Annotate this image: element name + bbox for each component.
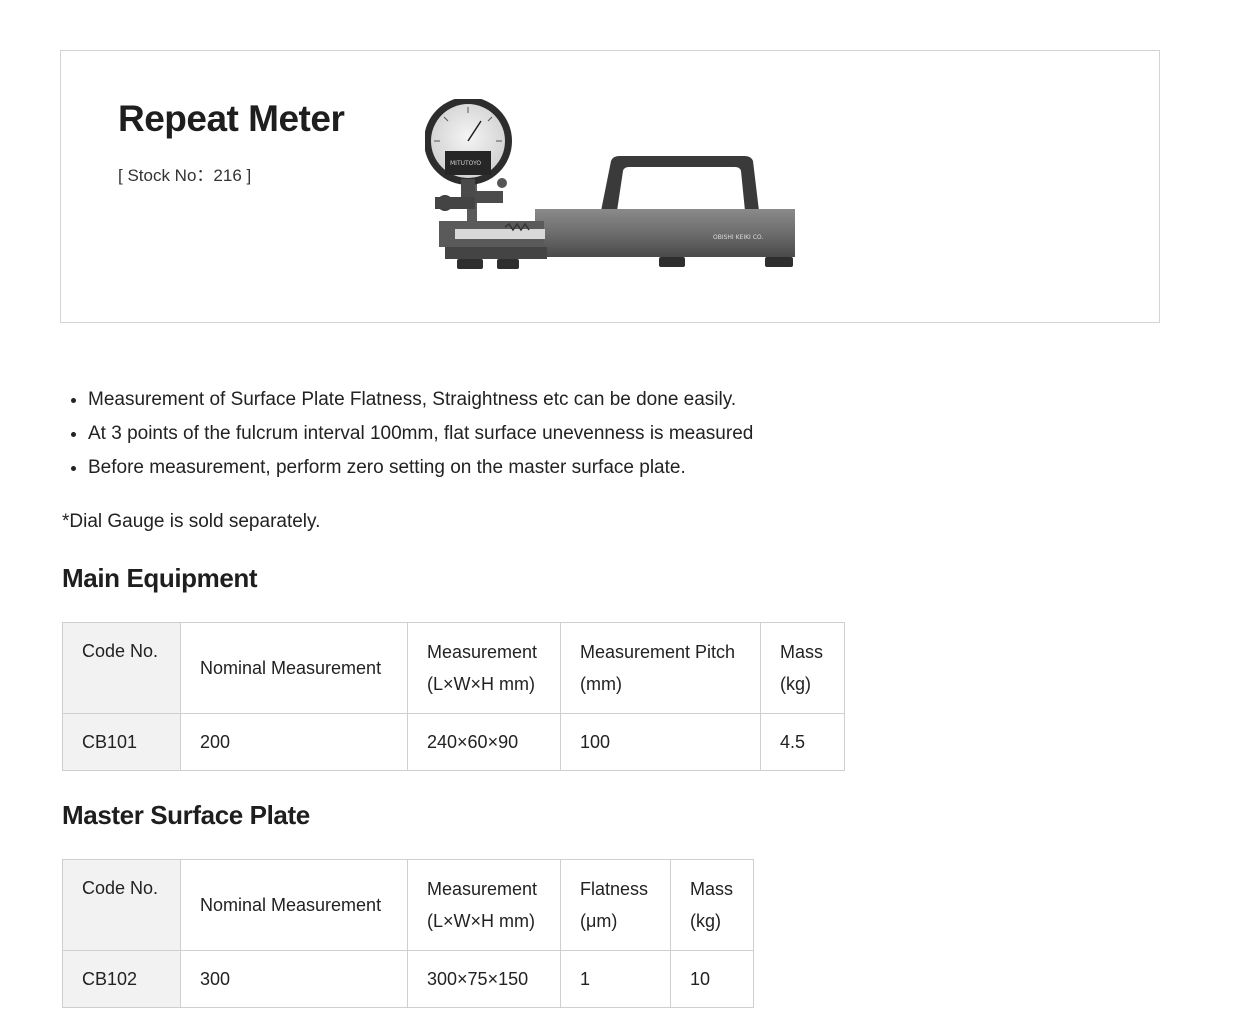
- cell-nominal: 300: [180, 950, 408, 1008]
- product-header-card: Repeat Meter [ Stock No：216 ] OBISHI KEI…: [60, 50, 1160, 323]
- feature-item: Measurement of Surface Plate Flatness, S…: [88, 383, 753, 417]
- master-plate-heading: Master Surface Plate: [62, 800, 310, 830]
- header-mass-line2: (kg): [780, 674, 811, 694]
- cell-mass: 10: [670, 950, 754, 1008]
- header-mass: Mass (kg): [670, 859, 754, 951]
- cell-code: CB101: [62, 713, 181, 771]
- body-marking: OBISHI KEIKI CO.: [713, 234, 763, 241]
- header-mass-line1: Mass: [780, 642, 824, 662]
- cell-mass: 4.5: [760, 713, 845, 771]
- header-measurement-line2: (L×W×H mm): [427, 911, 535, 931]
- feature-list: Measurement of Surface Plate Flatness, S…: [68, 383, 753, 485]
- header-mass-line1: Mass: [690, 879, 734, 899]
- header-nominal: Nominal Measurement: [180, 622, 408, 714]
- master-plate-table: Code No. Nominal Measurement Measurement…: [62, 859, 754, 1008]
- cell-measurement: 240×60×90: [407, 713, 561, 771]
- cell-code: CB102: [62, 950, 181, 1008]
- stock-number: [ Stock No：216 ]: [118, 166, 252, 185]
- header-mass: Mass (kg): [760, 622, 845, 714]
- dial-gauge-note: *Dial Gauge is sold separately.: [62, 511, 321, 532]
- cell-pitch: 100: [560, 713, 761, 771]
- header-pitch: Measurement Pitch (mm): [560, 622, 761, 714]
- repeat-meter-product-image: OBISHI KEIKI CO. MITUTOYO: [425, 99, 795, 269]
- cell-measurement: 300×75×150: [407, 950, 561, 1008]
- header-pitch-line1: Measurement Pitch: [580, 642, 736, 662]
- table-row: CB101 200 240×60×90 100 4.5: [62, 713, 845, 771]
- header-measurement: Measurement (L×W×H mm): [407, 622, 561, 714]
- header-measurement-line1: Measurement: [427, 879, 538, 899]
- header-flatness-line1: Flatness: [580, 879, 649, 899]
- header-measurement-line1: Measurement: [427, 642, 538, 662]
- product-title: Repeat Meter: [118, 98, 345, 139]
- dial-brand: MITUTOYO: [450, 160, 481, 167]
- header-measurement-line2: (L×W×H mm): [427, 674, 535, 694]
- header-code: Code No.: [62, 859, 181, 951]
- cell-nominal: 200: [180, 713, 408, 771]
- table-header-row: Code No. Nominal Measurement Measurement…: [62, 859, 754, 951]
- table-header-row: Code No. Nominal Measurement Measurement…: [62, 622, 845, 714]
- table-row: CB102 300 300×75×150 1 10: [62, 950, 754, 1008]
- header-flatness: Flatness (μm): [560, 859, 671, 951]
- header-measurement: Measurement (L×W×H mm): [407, 859, 561, 951]
- feature-item: Before measurement, perform zero setting…: [88, 451, 753, 485]
- feature-item: At 3 points of the fulcrum interval 100m…: [88, 417, 753, 451]
- header-pitch-line2: (mm): [580, 674, 622, 694]
- header-code: Code No.: [62, 622, 181, 714]
- cell-flatness: 1: [560, 950, 671, 1008]
- header-flatness-line2: (μm): [580, 911, 618, 931]
- main-equipment-heading: Main Equipment: [62, 563, 258, 593]
- header-mass-line2: (kg): [690, 911, 721, 931]
- main-equipment-table: Code No. Nominal Measurement Measurement…: [62, 622, 845, 771]
- header-nominal: Nominal Measurement: [180, 859, 408, 951]
